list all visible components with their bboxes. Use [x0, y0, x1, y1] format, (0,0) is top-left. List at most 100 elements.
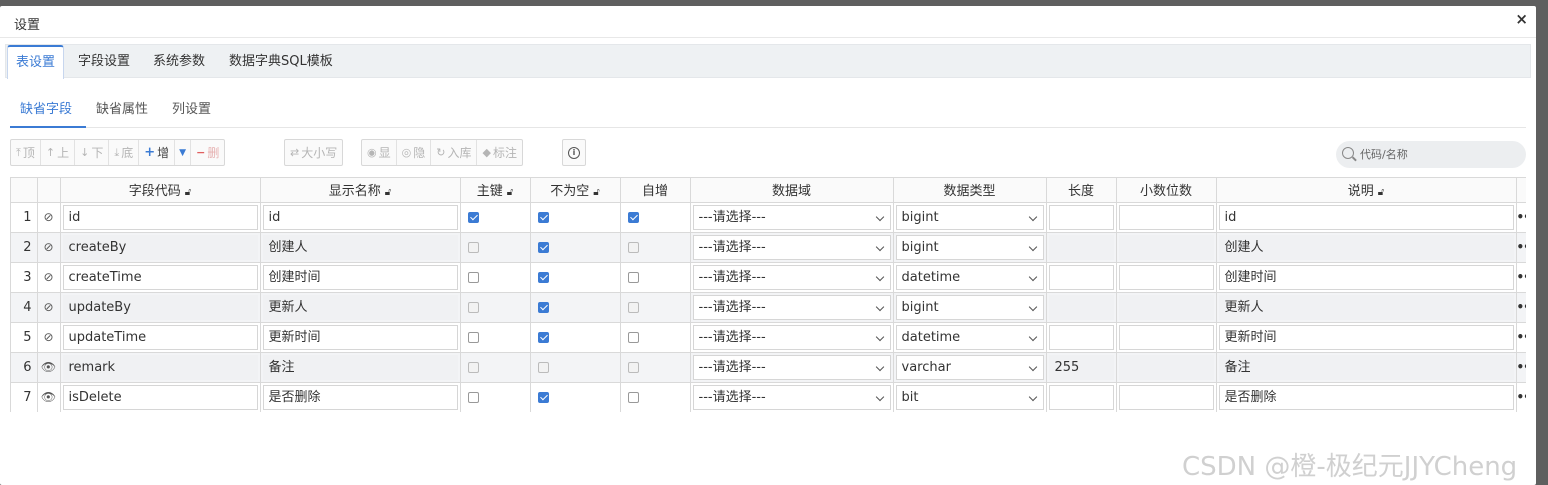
display-name-input[interactable]: 创建人	[262, 234, 458, 260]
field-code-input[interactable]: id	[62, 204, 258, 230]
scale-input[interactable]	[1118, 264, 1214, 290]
notnull-checkbox[interactable]	[537, 211, 549, 223]
tab-dict-sql-template[interactable]: 数据字典SQL模板	[221, 45, 341, 78]
col-header-notnull[interactable]: 不为空 🔓︎	[530, 178, 621, 203]
tab-table-settings[interactable]: 表设置	[7, 45, 65, 79]
scale-input[interactable]	[1118, 234, 1214, 260]
col-header-autoinc[interactable]: 自增	[620, 178, 691, 203]
info-button[interactable]: i	[562, 139, 586, 166]
data-type-select[interactable]: datetime	[895, 324, 1044, 350]
table-row[interactable]: 4⊘updateBy更新人---请选择---bigint更新人•••	[11, 292, 1526, 323]
field-code-input[interactable]: isDelete	[62, 384, 258, 410]
field-code-input[interactable]: createBy	[62, 234, 258, 260]
display-name-input[interactable]: id	[262, 204, 458, 230]
autoinc-checkbox[interactable]	[627, 241, 639, 253]
more-icon[interactable]: •••	[1516, 262, 1526, 293]
field-code-input[interactable]: updateBy	[62, 294, 258, 320]
length-input[interactable]	[1048, 264, 1114, 290]
domain-select[interactable]: ---请选择---	[692, 324, 891, 350]
table-row[interactable]: 1⊘idid---请选择---bigintid•••	[11, 202, 1526, 233]
add-dropdown-icon[interactable]: ▼	[175, 140, 192, 165]
notnull-checkbox[interactable]	[537, 391, 549, 403]
domain-select[interactable]: ---请选择---	[692, 234, 891, 260]
eye-slash-icon[interactable]: ⊘	[37, 322, 61, 353]
data-type-select[interactable]: bigint	[895, 234, 1044, 260]
length-input[interactable]	[1048, 324, 1114, 350]
data-type-select[interactable]: bigint	[895, 294, 1044, 320]
more-icon[interactable]: •••	[1516, 232, 1526, 263]
display-name-input[interactable]: 更新时间	[262, 324, 458, 350]
length-input[interactable]	[1048, 234, 1114, 260]
autoinc-checkbox[interactable]	[627, 361, 639, 373]
table-row[interactable]: 2⊘createBy创建人---请选择---bigint创建人•••	[11, 232, 1526, 263]
comment-input[interactable]: 是否删除	[1218, 384, 1514, 410]
tab-field-settings[interactable]: 字段设置	[70, 45, 138, 78]
table-row[interactable]: 5⊘updateTime更新时间---请选择---datetime更新时间•••	[11, 322, 1526, 353]
add-button[interactable]: + 增	[139, 140, 176, 165]
scale-input[interactable]	[1118, 354, 1214, 380]
eye-slash-icon[interactable]: ⊘	[37, 232, 61, 263]
subtab-column-settings[interactable]: 列设置	[172, 98, 211, 117]
pk-checkbox[interactable]	[467, 361, 479, 373]
subtab-default-fields[interactable]: 缺省字段	[20, 98, 72, 117]
close-icon[interactable]: ×	[1515, 10, 1528, 28]
scale-input[interactable]	[1118, 384, 1214, 410]
display-name-input[interactable]: 更新人	[262, 294, 458, 320]
more-icon[interactable]: •••	[1516, 292, 1526, 323]
data-type-select[interactable]: datetime	[895, 264, 1044, 290]
subtab-default-attrs[interactable]: 缺省属性	[96, 98, 148, 117]
autoinc-checkbox[interactable]	[627, 301, 639, 313]
show-button[interactable]: ◉ 显	[362, 140, 397, 165]
unlock-icon[interactable]: 🔓︎	[507, 187, 513, 198]
eye-slash-icon[interactable]: ⊘	[37, 262, 61, 293]
autoinc-checkbox[interactable]	[627, 271, 639, 283]
data-type-select[interactable]: bit	[895, 384, 1044, 410]
move-down-button[interactable]: ↓ 下	[75, 140, 110, 165]
col-header-length[interactable]: 长度	[1046, 178, 1117, 203]
move-bottom-button[interactable]: ⤓ 底	[109, 140, 140, 165]
table-row[interactable]: 7👁︎isDelete是否删除---请选择---bit是否删除•••	[11, 382, 1526, 412]
col-header-domain[interactable]: 数据域	[690, 178, 894, 203]
col-header-code[interactable]: 字段代码 🔓︎	[60, 178, 261, 203]
tab-system-params[interactable]: 系统参数	[145, 45, 213, 78]
display-name-input[interactable]: 备注	[262, 354, 458, 380]
pk-checkbox[interactable]	[467, 301, 479, 313]
autoinc-checkbox[interactable]	[627, 331, 639, 343]
pk-checkbox[interactable]	[467, 271, 479, 283]
scale-input[interactable]	[1118, 204, 1214, 230]
notnull-checkbox[interactable]	[537, 271, 549, 283]
notnull-checkbox[interactable]	[537, 331, 549, 343]
unlock-icon[interactable]: 🔓︎	[385, 187, 391, 198]
autoinc-checkbox[interactable]	[627, 391, 639, 403]
data-type-select[interactable]: bigint	[895, 204, 1044, 230]
scale-input[interactable]	[1118, 324, 1214, 350]
domain-select[interactable]: ---请选择---	[692, 264, 891, 290]
unlock-icon[interactable]: 🔓︎	[185, 187, 191, 198]
comment-input[interactable]: id	[1218, 204, 1514, 230]
autoinc-checkbox[interactable]	[627, 211, 639, 223]
display-name-input[interactable]: 创建时间	[262, 264, 458, 290]
notnull-checkbox[interactable]	[537, 301, 549, 313]
display-name-input[interactable]: 是否删除	[262, 384, 458, 410]
table-row[interactable]: 6👁︎remark备注---请选择---varchar255备注•••	[11, 352, 1526, 383]
length-input[interactable]	[1048, 204, 1114, 230]
more-icon[interactable]: •••	[1516, 322, 1526, 353]
domain-select[interactable]: ---请选择---	[692, 354, 891, 380]
comment-input[interactable]: 更新时间	[1218, 324, 1514, 350]
field-code-input[interactable]: updateTime	[62, 324, 258, 350]
eye-icon[interactable]: 👁︎	[37, 382, 61, 412]
more-icon[interactable]: •••	[1516, 202, 1526, 233]
eye-slash-icon[interactable]: ⊘	[37, 292, 61, 323]
search-input[interactable]	[1360, 145, 1520, 163]
length-input[interactable]	[1048, 384, 1114, 410]
unlock-icon[interactable]: 🔓︎	[1378, 187, 1384, 198]
more-icon[interactable]: •••	[1516, 382, 1526, 412]
col-header-scale[interactable]: 小数位数	[1116, 178, 1217, 203]
annotate-button[interactable]: ◆ 标注	[477, 140, 521, 165]
notnull-checkbox[interactable]	[537, 361, 549, 373]
table-row[interactable]: 3⊘createTime创建时间---请选择---datetime创建时间•••	[11, 262, 1526, 293]
case-button[interactable]: ⇄ 大小写	[285, 140, 342, 165]
notnull-checkbox[interactable]	[537, 241, 549, 253]
eye-slash-icon[interactable]: ⊘	[37, 202, 61, 233]
col-header-type[interactable]: 数据类型	[893, 178, 1047, 203]
